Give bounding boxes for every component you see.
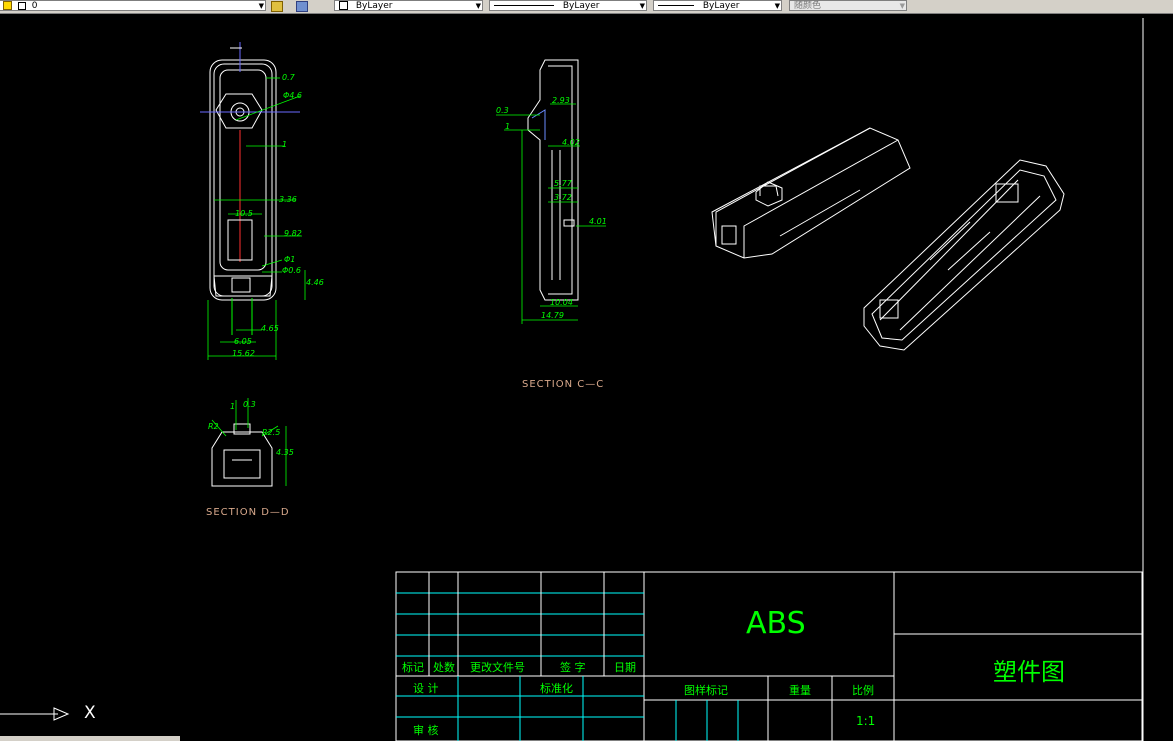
dim-text: 4.01 xyxy=(589,217,607,226)
dim-text: 3.36 xyxy=(279,195,297,204)
layer-icon xyxy=(3,1,12,10)
layer-states-icon[interactable] xyxy=(296,1,308,12)
figure-mark-label: 图样标记 xyxy=(684,684,728,697)
chevron-down-icon: ▼ xyxy=(639,2,645,10)
dim-text: 4.65 xyxy=(261,324,279,333)
dim-text: 4.46 xyxy=(306,278,324,287)
section-dd-dims xyxy=(211,398,287,486)
section-cc-label: SECTION C—C xyxy=(522,379,605,390)
lineweight-preview xyxy=(658,5,694,6)
dim-text: 5.77 xyxy=(554,179,572,188)
layer-color-swatch xyxy=(17,1,26,10)
dim-text: 0.7 xyxy=(282,73,295,82)
review-label: 审 核 xyxy=(413,724,439,737)
drawing-name-text: 塑件图 xyxy=(993,658,1065,686)
dim-text: 1 xyxy=(282,140,288,149)
status-bar xyxy=(0,736,180,741)
scale-label: 比例 xyxy=(852,684,874,697)
color-dropdown[interactable]: ByLayer ▼ xyxy=(334,0,483,11)
ucs-icon xyxy=(0,707,70,721)
lineweight-dropdown[interactable]: ByLayer ▼ xyxy=(653,0,782,11)
color-swatch xyxy=(339,1,348,10)
drawing-canvas[interactable] xyxy=(0,14,1173,741)
header-date: 日期 xyxy=(614,661,636,674)
header-count: 处数 xyxy=(433,661,455,674)
dim-text: 10.5 xyxy=(235,209,253,218)
header-sign: 签 字 xyxy=(560,661,586,674)
layer-value: 0 xyxy=(31,1,38,11)
linetype-preview xyxy=(494,5,554,6)
dim-text: 6.05 xyxy=(234,337,252,346)
design-label: 设 计 xyxy=(413,682,439,695)
section-dd-label: SECTION D—D xyxy=(206,507,290,518)
dim-text: 4.35 xyxy=(276,448,294,457)
layer-dropdown[interactable]: 0 ▼ xyxy=(0,0,266,11)
header-docno: 更改文件号 xyxy=(470,661,525,674)
isometric-view-bottom xyxy=(863,159,1065,351)
linetype-dropdown[interactable]: ByLayer ▼ xyxy=(489,0,647,11)
dim-text: Φ0.6 xyxy=(282,266,302,275)
standardize-label: 标准化 xyxy=(540,682,573,695)
dim-text: 14.79 xyxy=(541,311,564,320)
dim-text: 3.72 xyxy=(554,193,572,202)
ucs-x-label: X xyxy=(84,703,96,723)
dim-text: Φ4.6 xyxy=(283,91,303,100)
properties-toolbar: 0 ▼ ByLayer ▼ ByLayer ▼ ByLayer ▼ 随颜色 ▼ xyxy=(0,0,1173,14)
dim-text: 0.3 xyxy=(243,400,256,409)
chevron-down-icon: ▼ xyxy=(475,2,481,10)
dim-text: 2.93 xyxy=(552,96,570,105)
dim-text: 15.62 xyxy=(232,349,255,358)
plotstyle-value: 随颜色 xyxy=(794,1,822,11)
dim-text: R2.5 xyxy=(262,428,281,437)
front-view xyxy=(200,42,300,335)
color-value: ByLayer xyxy=(355,1,393,11)
dim-text: 10.04 xyxy=(550,298,573,307)
isometric-view-top xyxy=(711,127,911,259)
scale-value: 1:1 xyxy=(856,714,876,728)
material-text: ABS xyxy=(746,606,806,641)
dim-text: 4.02 xyxy=(562,138,580,147)
dim-text: 9.82 xyxy=(284,229,302,238)
dim-text: R2 xyxy=(208,422,219,431)
dim-text: 1 xyxy=(505,122,511,131)
section-cc-dims xyxy=(496,103,606,324)
chevron-down-icon: ▼ xyxy=(258,2,264,10)
dim-text: Φ1 xyxy=(284,255,296,264)
weight-label: 重量 xyxy=(789,684,811,697)
lineweight-value: ByLayer xyxy=(702,1,740,11)
chevron-down-icon: ▼ xyxy=(899,2,905,10)
plotstyle-dropdown[interactable]: 随颜色 ▼ xyxy=(789,0,907,11)
linetype-value: ByLayer xyxy=(562,1,600,11)
header-mark: 标记 xyxy=(402,661,424,674)
dim-text: 1 xyxy=(230,402,236,411)
dim-text: 0.3 xyxy=(496,106,509,115)
chevron-down-icon: ▼ xyxy=(774,2,780,10)
layer-previous-icon[interactable] xyxy=(271,1,283,12)
